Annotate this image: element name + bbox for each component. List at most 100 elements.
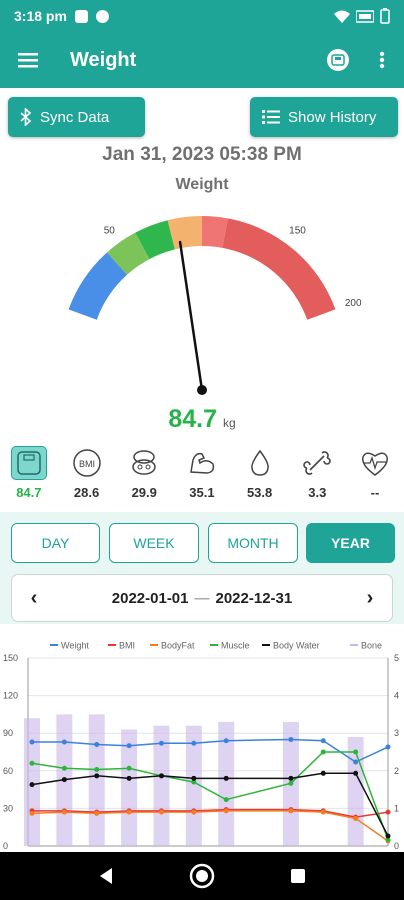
battery-icon xyxy=(380,8,390,24)
series-point xyxy=(94,767,100,773)
series-point xyxy=(61,765,67,771)
home-icon[interactable] xyxy=(189,863,215,889)
series-point xyxy=(191,809,197,815)
metrics-row: 84.7 BMI 28.6 29.9 35.1 53.8 3.3 -- xyxy=(0,446,404,506)
legend-label: Muscle xyxy=(221,641,250,651)
bone-bar xyxy=(24,718,40,846)
series-point xyxy=(29,810,35,816)
series-point xyxy=(61,809,67,815)
series-point xyxy=(191,740,197,746)
water-drop-icon xyxy=(250,449,269,476)
metric-title: Weight xyxy=(175,176,229,193)
series-point xyxy=(191,775,197,781)
show-history-label: Show History xyxy=(288,108,377,126)
metric-value: 35.1 xyxy=(189,485,215,500)
muscle-icon xyxy=(190,452,215,474)
series-point xyxy=(94,810,100,816)
metric-value: 53.8 xyxy=(246,485,273,500)
system-nav-bar xyxy=(0,852,404,900)
series-point xyxy=(29,739,35,745)
series-point xyxy=(223,808,229,814)
status-bar: 3:18 pm xyxy=(0,0,404,32)
series-point xyxy=(126,743,132,749)
recents-icon[interactable] xyxy=(290,868,306,884)
legend-label: Body Water xyxy=(273,641,320,651)
gauge-tick-label: 50 xyxy=(104,225,116,236)
metric-value: 28.6 xyxy=(73,485,100,500)
metric-body-water[interactable]: 53.8 xyxy=(231,446,289,506)
series-point xyxy=(126,765,132,771)
range-separator: — xyxy=(194,589,210,607)
status-time: 3:18 pm xyxy=(14,8,67,24)
series-point xyxy=(158,740,164,746)
gauge-needle xyxy=(178,240,204,392)
series-point xyxy=(320,770,326,776)
device-button[interactable] xyxy=(316,32,360,88)
metric-bone[interactable]: 3.3 xyxy=(288,446,346,506)
series-point xyxy=(61,777,67,783)
series-point xyxy=(385,744,391,750)
series-point xyxy=(61,739,67,745)
right-axis-tick: 3 xyxy=(394,728,399,738)
legend-label: Bone xyxy=(361,641,382,651)
bodyfat-icon xyxy=(132,450,156,475)
legend-label: BMI xyxy=(119,641,135,651)
more-options-button[interactable] xyxy=(360,32,404,88)
series-point xyxy=(126,775,132,781)
series-point xyxy=(158,773,164,779)
notification-dot-icon xyxy=(95,9,109,23)
series-point xyxy=(353,759,359,765)
left-axis-tick: 120 xyxy=(3,691,18,701)
date-range-selector: ‹ 2022-01-01 — 2022-12-31 › xyxy=(11,574,393,622)
range-start: 2022-01-01 xyxy=(111,589,189,607)
right-axis-tick: 5 xyxy=(394,653,399,663)
screen: 3:18 pm Weight Sync Data Show History Ja… xyxy=(0,0,404,900)
bone-bar xyxy=(88,714,105,846)
series-point xyxy=(223,738,229,744)
period-month-button[interactable]: MONTH xyxy=(208,523,298,563)
list-icon xyxy=(262,110,280,124)
series-point xyxy=(29,782,35,788)
left-axis-tick: 60 xyxy=(3,766,13,776)
page-title: Weight xyxy=(70,48,137,71)
back-icon[interactable] xyxy=(98,867,114,885)
sync-data-button[interactable]: Sync Data xyxy=(8,97,145,137)
series-point xyxy=(288,736,294,742)
series-point xyxy=(288,780,294,786)
measurement-datetime: Jan 31, 2023 05:38 PM xyxy=(102,144,302,165)
metric-heart[interactable]: -- xyxy=(346,446,404,506)
next-range-button[interactable]: › xyxy=(348,587,392,610)
left-axis-tick: 0 xyxy=(3,841,8,851)
metric-bodyfat[interactable]: 29.9 xyxy=(115,446,173,506)
period-week-button[interactable]: WEEK xyxy=(109,523,199,563)
gauge-needle-pivot xyxy=(197,385,207,395)
series-point xyxy=(29,760,35,766)
show-history-button[interactable]: Show History xyxy=(250,97,398,137)
scale-icon xyxy=(17,451,41,475)
period-day-button[interactable]: DAY xyxy=(11,523,100,563)
metric-value: 84.7 xyxy=(16,485,42,500)
metric-muscle[interactable]: 35.1 xyxy=(173,446,231,506)
right-axis-tick: 4 xyxy=(394,691,399,701)
metric-value: 29.9 xyxy=(131,485,157,500)
wifi-icon xyxy=(334,10,350,23)
app-bar: Weight xyxy=(0,32,404,88)
previous-range-button[interactable]: ‹ xyxy=(12,587,56,610)
menu-button[interactable] xyxy=(0,32,56,88)
cellular-icon xyxy=(356,9,374,23)
metric-bmi[interactable]: BMI 28.6 xyxy=(58,446,116,506)
series-point xyxy=(288,775,294,781)
metric-weight[interactable]: 84.7 xyxy=(0,446,58,506)
series-point xyxy=(223,775,229,781)
gauge-tick-label: 150 xyxy=(289,225,306,236)
right-axis-tick: 1 xyxy=(394,803,399,813)
series-point xyxy=(320,749,326,755)
svg-text:BMI: BMI xyxy=(79,459,95,469)
weight-reading: 84.7 kg xyxy=(0,405,404,434)
series-point xyxy=(353,770,359,776)
hamburger-icon xyxy=(18,53,38,68)
weight-gauge: 50100150200 xyxy=(68,216,362,395)
weight-value: 84.7 xyxy=(168,405,217,433)
range-end: 2022-12-31 xyxy=(215,589,293,607)
period-year-button[interactable]: YEAR xyxy=(306,523,395,563)
